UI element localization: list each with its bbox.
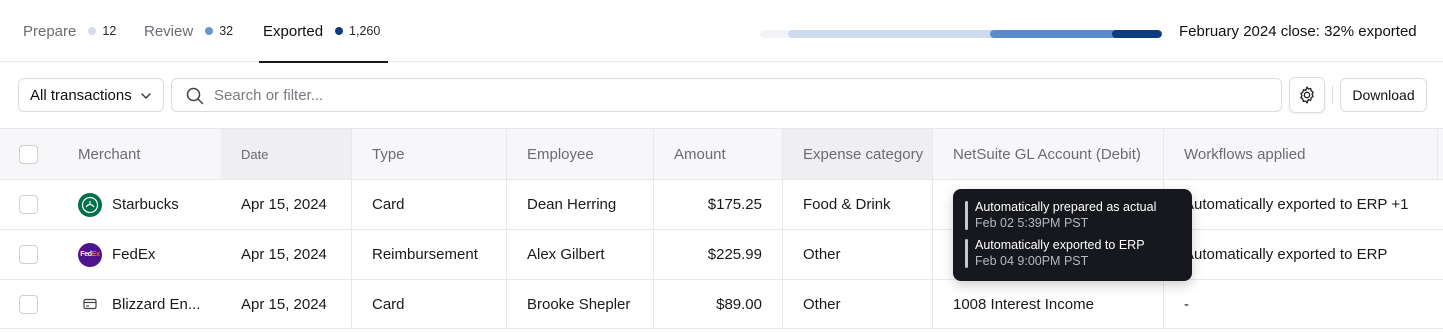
toolbar-divider: [1332, 86, 1333, 104]
expense-category-cell[interactable]: Food & Drink: [783, 180, 933, 229]
card-icon: [78, 292, 102, 316]
tab-review[interactable]: Review 32: [144, 0, 233, 62]
settings-button[interactable]: [1289, 77, 1325, 113]
fedex-logo: Fed Ex: [78, 242, 102, 267]
progress-segment-exported: [1112, 30, 1162, 38]
filter-value: All transactions: [30, 86, 132, 104]
expense-category-cell[interactable]: Other: [783, 230, 933, 279]
merchant-cell: Blizzard En...: [58, 280, 221, 328]
progress-segment-prepare: [788, 30, 1018, 38]
column-header-type[interactable]: Type: [352, 129, 507, 179]
tooltip-entry-title: Automatically prepared as actual: [975, 200, 1157, 214]
column-header-gl-account[interactable]: NetSuite GL Account (Debit): [933, 129, 1164, 179]
tooltip-entry-title: Automatically exported to ERP: [975, 238, 1145, 252]
row-select-cell: [0, 180, 58, 229]
row-checkbox[interactable]: [19, 294, 38, 314]
amount-cell: $175.25: [654, 180, 783, 229]
merchant-cell: Starbucks: [58, 180, 221, 229]
search-input[interactable]: [214, 79, 1264, 111]
tab-label: Review: [144, 22, 194, 40]
tooltip-entry: Automatically exported to ERP Feb 04 9:0…: [965, 237, 1180, 269]
merchant-name: Blizzard En...: [112, 295, 201, 313]
table-row[interactable]: Fed Ex FedEx Apr 15, 2024 Reimbursement A…: [0, 229, 1443, 279]
tooltip-entry: Automatically prepared as actual Feb 02 …: [965, 199, 1180, 231]
tab-count: 12: [102, 24, 117, 38]
progress-segment-review: [990, 30, 1120, 38]
date-cell: Apr 15, 2024: [221, 180, 352, 229]
column-header-merchant[interactable]: Merchant: [58, 129, 221, 179]
workflows-cell[interactable]: Automatically exported to ERP +1: [1164, 180, 1438, 229]
column-header-expense-category[interactable]: Expense category: [783, 129, 933, 179]
type-cell: Card: [352, 180, 507, 229]
column-header-workflows[interactable]: Workflows applied: [1164, 129, 1438, 179]
gear-icon: [1300, 86, 1314, 104]
date-cell: Apr 15, 2024: [221, 280, 352, 328]
chevron-down-icon: [141, 93, 151, 99]
table-row[interactable]: Blizzard En... Apr 15, 2024 Card Brooke …: [0, 279, 1443, 329]
download-button[interactable]: Download: [1340, 78, 1427, 112]
search-icon: [186, 87, 204, 105]
starbucks-logo: [78, 192, 102, 217]
employee-cell: Alex Gilbert: [507, 230, 654, 279]
gl-account-cell[interactable]: 1008 Interest Income: [933, 280, 1164, 328]
amount-cell: $225.99: [654, 230, 783, 279]
status-dot: [88, 27, 97, 35]
column-header-employee[interactable]: Employee: [507, 129, 654, 179]
close-progress-bar: [760, 30, 1162, 38]
employee-cell: Dean Herring: [507, 180, 654, 229]
merchant-name: FedEx: [112, 246, 156, 263]
workflow-history-tooltip: Automatically prepared as actual Feb 02 …: [953, 189, 1192, 281]
tab-prepare[interactable]: Prepare 12: [23, 0, 116, 62]
column-header-amount[interactable]: Amount: [654, 129, 783, 179]
merchant-cell: Fed Ex FedEx: [58, 230, 221, 279]
employee-cell: Brooke Shepler: [507, 280, 654, 328]
type-cell: Card: [352, 280, 507, 328]
tooltip-entry-time: Feb 04 9:00PM PST: [975, 254, 1089, 268]
type-cell: Reimbursement: [352, 230, 507, 279]
transaction-filter-select[interactable]: All transactions: [18, 78, 164, 112]
status-dot: [335, 27, 344, 35]
expense-category-cell[interactable]: Other: [783, 280, 933, 328]
select-all-cell: [0, 129, 58, 179]
workflows-cell[interactable]: -: [1164, 280, 1438, 328]
tab-count: 32: [219, 24, 234, 38]
tab-exported[interactable]: Exported 1,260: [258, 0, 389, 63]
search-bar[interactable]: [171, 78, 1282, 112]
tab-bar: Prepare 12 Review 32 Exported 1,260 Febr…: [0, 0, 1443, 63]
merchant-name: Starbucks: [112, 196, 179, 213]
close-progress-label: February 2024 close: 32% exported: [1179, 22, 1417, 40]
row-checkbox[interactable]: [19, 195, 38, 214]
amount-cell: $89.00: [654, 280, 783, 328]
tab-count: 1,260: [349, 24, 381, 38]
tab-label: Exported: [263, 22, 324, 40]
select-all-checkbox[interactable]: [19, 144, 38, 164]
tab-label: Prepare: [23, 22, 77, 40]
tooltip-entry-time: Feb 02 5:39PM PST: [975, 216, 1089, 230]
status-dot: [205, 27, 214, 35]
workflows-cell[interactable]: Automatically exported to ERP: [1164, 230, 1438, 279]
table-row[interactable]: Starbucks Apr 15, 2024 Card Dean Herring…: [0, 179, 1443, 229]
row-select-cell: [0, 280, 58, 328]
row-checkbox[interactable]: [19, 245, 38, 264]
date-cell: Apr 15, 2024: [221, 230, 352, 279]
table-header-row: Merchant Date Type Employee Amount Expen…: [0, 128, 1443, 179]
row-select-cell: [0, 230, 58, 279]
column-header-date[interactable]: Date: [221, 129, 352, 179]
